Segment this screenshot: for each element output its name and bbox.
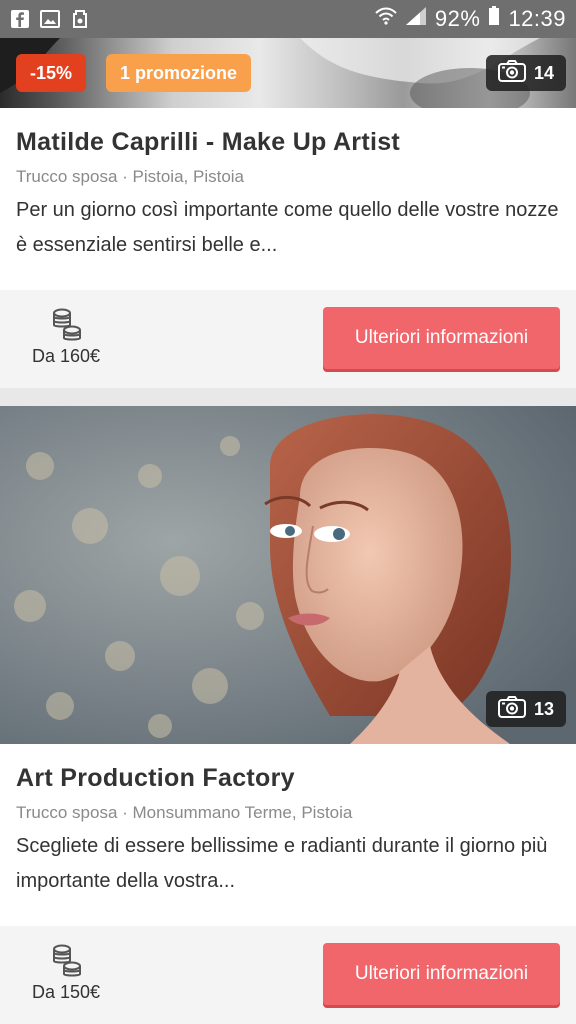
listing-footer: Da 150€ Ulteriori informazioni xyxy=(0,926,576,1024)
listing-meta: Trucco sposa · Pistoia, Pistoia xyxy=(16,167,245,186)
discount-badge: -15% xyxy=(16,54,87,92)
clock: 12:39 xyxy=(508,6,566,31)
photo-count[interactable]: 13 xyxy=(485,691,566,727)
more-info-button[interactable]: Ulteriori informazioni xyxy=(323,307,560,369)
listing-card[interactable]: -15% 1 promozione 14 Matilde Caprilli - … xyxy=(0,38,576,388)
gallery-icon xyxy=(40,9,60,29)
photo-count-value: 13 xyxy=(533,698,554,719)
facebook-icon xyxy=(10,9,30,29)
price-block: Da 160€ xyxy=(24,308,108,367)
promotion-badge[interactable]: 1 promozione xyxy=(106,54,252,92)
listing-footer: Da 160€ Ulteriori informazioni xyxy=(0,290,576,388)
coins-icon xyxy=(53,308,81,341)
listing-description: Per un giorno così importante come quell… xyxy=(16,199,559,256)
listing-title[interactable]: Matilde Caprilli - Make Up Artist xyxy=(16,128,560,157)
coins-icon xyxy=(53,944,81,977)
battery-percent: 92% xyxy=(434,6,481,31)
listing-meta: Trucco sposa · Monsummano Terme, Pistoia xyxy=(16,803,353,822)
camera-icon xyxy=(497,59,526,87)
wifi-icon xyxy=(375,6,397,32)
photo-count-value: 14 xyxy=(533,62,554,83)
status-bar: 92% 12:39 xyxy=(0,0,576,38)
price: Da 150€ xyxy=(31,982,101,1002)
storage-icon xyxy=(70,9,90,29)
price-block: Da 150€ xyxy=(24,944,108,1003)
listing-description: Scegliete di essere bellissime e radiant… xyxy=(16,835,548,892)
price: Da 160€ xyxy=(31,346,101,366)
listing-photo[interactable]: -15% 1 promozione 14 xyxy=(0,38,576,108)
photo-count[interactable]: 14 xyxy=(485,55,566,91)
listing-title[interactable]: Art Production Factory xyxy=(16,764,560,793)
camera-icon xyxy=(497,695,526,723)
listing-photo[interactable]: 13 xyxy=(0,406,576,744)
listing-card[interactable]: 13 Art Production Factory Trucco sposa ·… xyxy=(0,406,576,1024)
battery-icon xyxy=(488,6,500,32)
more-info-button[interactable]: Ulteriori informazioni xyxy=(323,943,560,1005)
signal-icon xyxy=(405,6,427,32)
